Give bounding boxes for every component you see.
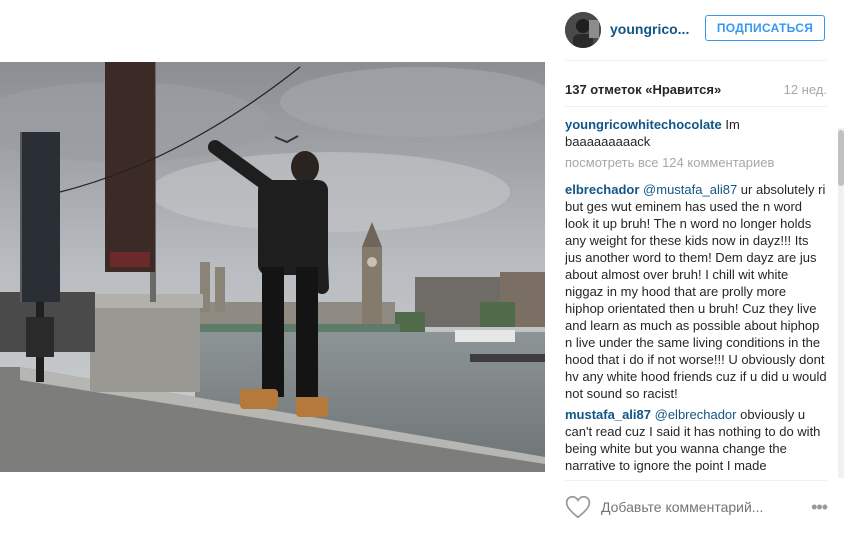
add-comment-row: ••• [565,492,828,526]
comment-item: mustafa_ali87 @elbrechador obviously u c… [565,406,828,474]
comment-username[interactable]: mustafa_ali87 [565,407,651,422]
comment-item: elbrechador @mustafa_ali87 ur absolutely… [565,181,828,402]
follow-button[interactable]: ПОДПИСАТЬСЯ [705,15,825,41]
likes-row: 137 отметок «Нравится» 12 нед. [565,82,827,100]
footer-divider [565,480,827,481]
post-photo[interactable] [0,62,545,472]
london-photo-image [0,62,545,472]
likes-count[interactable]: 137 отметок «Нравится» [565,82,721,97]
post-time[interactable]: 12 нед. [784,82,827,97]
more-options-icon[interactable]: ••• [811,498,828,516]
header-divider [565,60,827,61]
likes-divider [565,106,827,107]
comments-scrollbar[interactable] [838,128,844,478]
avatar-image [565,12,601,48]
comment-username[interactable]: elbrechador [565,182,639,197]
heart-outline-icon[interactable] [565,495,591,519]
comment-mention[interactable]: @mustafa_ali87 [643,182,737,197]
caption-username[interactable]: youngricowhitechocolate [565,117,722,132]
post-header: youngrico... ПОДПИСАТЬСЯ [545,0,847,60]
caption: youngricowhitechocolate Im baaaaaaaaack [565,116,828,150]
avatar[interactable] [565,12,601,48]
comment-text: ur absolutely ri but ges wut eminem has … [565,182,827,401]
header-username[interactable]: youngrico... [610,21,689,37]
comment-mention[interactable]: @elbrechador [655,407,737,422]
instagram-post: youngrico... ПОДПИСАТЬСЯ 137 отметок «Нр… [0,0,847,539]
scrollbar-thumb[interactable] [838,130,844,186]
add-comment-input[interactable] [601,497,781,517]
comments-list[interactable]: youngricowhitechocolate Im baaaaaaaaack … [565,116,828,476]
view-all-comments-link[interactable]: посмотреть все 124 комментариев [565,154,828,171]
